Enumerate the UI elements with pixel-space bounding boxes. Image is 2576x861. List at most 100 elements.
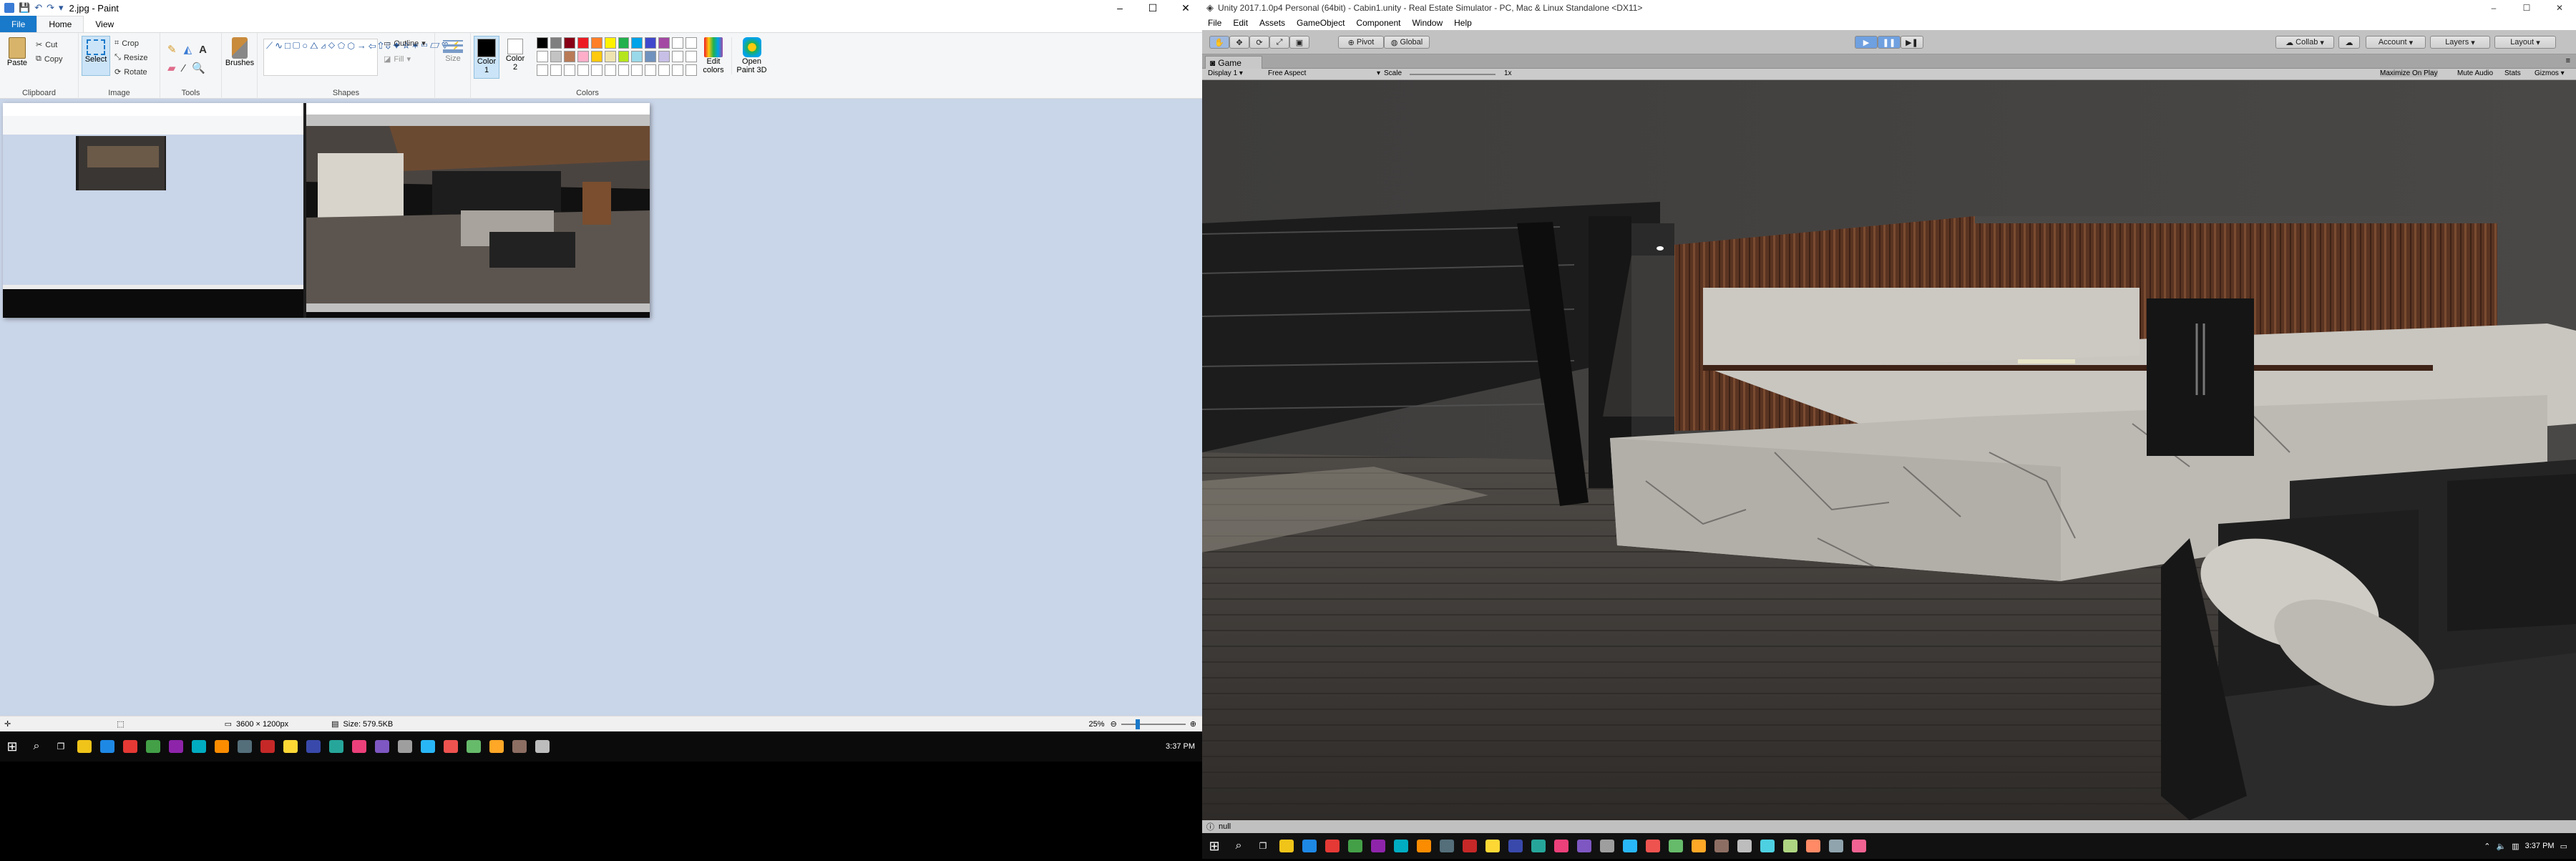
taskbar-app-button[interactable] (1435, 831, 1458, 861)
taskbar-app-button[interactable] (1413, 831, 1435, 861)
paint-canvas-area[interactable] (0, 99, 1202, 716)
palette-swatch[interactable] (563, 51, 575, 62)
taskbar-app-button[interactable] (325, 731, 348, 762)
scale-tool-button[interactable]: ⤢ (1269, 36, 1289, 49)
cut-button[interactable]: ✂ Cut (36, 40, 57, 50)
custom-color-slot[interactable] (686, 37, 698, 49)
custom-color-slot[interactable] (672, 51, 684, 62)
paste-button[interactable]: Paste (4, 37, 30, 67)
taskbar-app-button[interactable] (142, 731, 165, 762)
pencil-icon[interactable]: ✎ (167, 43, 177, 56)
text-icon[interactable]: A (199, 44, 207, 56)
taskbar-app-button[interactable] (485, 731, 508, 762)
color-picker-icon[interactable]: ⁄ (183, 62, 185, 74)
palette-swatch[interactable] (537, 51, 548, 62)
taskbar-app-button[interactable] (1321, 831, 1344, 861)
layout-dropdown[interactable]: Layout ▾ (2494, 36, 2556, 49)
taskbar-app-button[interactable] (256, 731, 279, 762)
taskbar-app-button[interactable] (371, 731, 394, 762)
maximize-on-play-toggle[interactable]: Maximize On Play (2380, 69, 2438, 77)
undo-icon[interactable]: ↶ (34, 2, 42, 14)
fill-dropdown[interactable]: ◪ Fill ▾ (384, 54, 411, 64)
tab-file[interactable]: File (0, 16, 37, 32)
paint-canvas-image[interactable] (3, 103, 650, 318)
global-toggle[interactable]: ◍ Global (1384, 36, 1430, 49)
taskbar-app-button[interactable] (165, 731, 187, 762)
tab-home[interactable]: Home (36, 16, 84, 32)
custom-color-slot[interactable] (577, 64, 589, 76)
menu-component[interactable]: Component (1350, 18, 1406, 28)
taskbar-app-button[interactable] (96, 731, 119, 762)
menu-help[interactable]: Help (1448, 18, 1478, 28)
taskbar-app-button[interactable] (1275, 831, 1298, 861)
volume-icon[interactable]: 🔈 (2497, 842, 2507, 851)
taskbar-app-button[interactable] (1687, 831, 1710, 861)
console-last-message[interactable]: null (1219, 822, 1231, 831)
unity-close-button[interactable]: ✕ (2543, 3, 2576, 13)
taskbar-app-button[interactable] (1504, 831, 1527, 861)
panel-menu-icon[interactable]: ≡ (2566, 57, 2570, 65)
taskbar-app-button[interactable] (187, 731, 210, 762)
palette-swatch[interactable] (658, 37, 670, 49)
taskbar-app-button[interactable] (1344, 831, 1367, 861)
eraser-icon[interactable]: ▰ (167, 62, 176, 74)
zoom-in-button[interactable]: ⊕ (1190, 719, 1196, 729)
search-button[interactable]: ⌕ (24, 731, 49, 762)
pivot-toggle[interactable]: ⊕ Pivot (1338, 36, 1384, 49)
resize-button[interactable]: ⤡ Resize (114, 53, 147, 62)
custom-color-slot[interactable] (686, 51, 698, 62)
palette-swatch[interactable] (563, 37, 575, 49)
task-view-button[interactable]: ❐ (49, 731, 73, 762)
taskbar-app-button[interactable] (1596, 831, 1619, 861)
palette-swatch[interactable] (645, 51, 657, 62)
game-view-render[interactable] (1202, 80, 2576, 820)
taskbar-app-button[interactable] (531, 731, 554, 762)
rotate-tool-button[interactable]: ⟳ (1249, 36, 1269, 49)
unity-maximize-button[interactable]: ☐ (2510, 3, 2543, 13)
palette-swatch[interactable] (631, 37, 643, 49)
magnifier-icon[interactable]: 🔍 (192, 62, 205, 74)
shapes-gallery[interactable]: ⟋∿□▢○△◿◇⬠⬡→⇦⇧⇩✦☆✶▭▱♡⚡ (263, 39, 462, 76)
save-icon[interactable]: 💾 (19, 2, 30, 14)
taskbar-app-button[interactable] (348, 731, 371, 762)
taskbar-app-button[interactable] (1756, 831, 1779, 861)
palette-swatch[interactable] (550, 51, 562, 62)
taskbar-app-button[interactable] (1733, 831, 1756, 861)
taskbar-app-button[interactable] (1619, 831, 1641, 861)
display-dropdown[interactable]: Display 1 ▾ (1208, 69, 1243, 77)
taskbar-app-button[interactable] (1367, 831, 1390, 861)
palette-swatch[interactable] (645, 37, 657, 49)
move-tool-button[interactable]: ✥ (1229, 36, 1249, 49)
taskbar-app-button[interactable] (1802, 831, 1825, 861)
tab-game[interactable]: ◙ Game (1205, 56, 1262, 69)
zoom-slider-thumb[interactable] (1135, 719, 1140, 729)
taskbar-app-button[interactable] (462, 731, 485, 762)
menu-assets[interactable]: Assets (1254, 18, 1291, 28)
unity-minimize-button[interactable]: – (2477, 3, 2510, 13)
palette-swatch[interactable] (618, 51, 630, 62)
palette-swatch[interactable] (658, 51, 670, 62)
play-button[interactable]: ▶ (1855, 36, 1878, 49)
taskbar-app-button[interactable] (73, 731, 96, 762)
redo-icon[interactable]: ↷ (47, 2, 54, 14)
paint-minimize-button[interactable]: – (1103, 2, 1136, 14)
taskbar-app-button[interactable] (1527, 831, 1550, 861)
outline-dropdown[interactable]: ▭ Outline ▾ (384, 39, 426, 49)
taskbar-app-button[interactable] (416, 731, 439, 762)
aspect-dropdown[interactable]: Free Aspect (1268, 69, 1306, 77)
palette-swatch[interactable] (618, 37, 630, 49)
layers-dropdown[interactable]: Layers ▾ (2430, 36, 2490, 49)
taskbar-app-button[interactable] (508, 731, 531, 762)
taskbar-app-button[interactable] (1825, 831, 1848, 861)
zoom-out-button[interactable]: ⊖ (1111, 719, 1117, 729)
customize-quick-access-icon[interactable]: ▾ (59, 2, 64, 14)
copy-button[interactable]: ⧉ Copy (36, 54, 63, 64)
taskbar-app-button[interactable] (394, 731, 416, 762)
palette-swatch[interactable] (537, 37, 548, 49)
custom-color-slot[interactable] (672, 64, 684, 76)
taskbar-app-button[interactable] (439, 731, 462, 762)
scale-slider[interactable] (1410, 74, 1496, 75)
paint-close-button[interactable]: ✕ (1169, 2, 1202, 14)
taskbar-app-button[interactable] (1710, 831, 1733, 861)
zoom-slider[interactable] (1121, 719, 1186, 729)
